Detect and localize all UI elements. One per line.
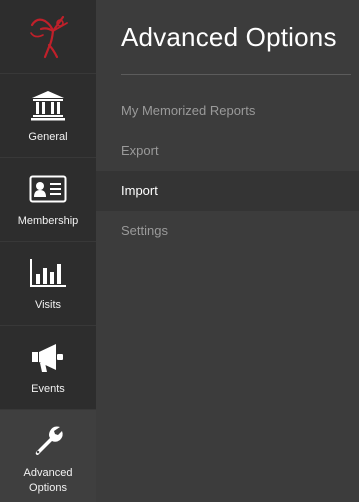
figure-logo-icon [30,15,68,58]
bar-chart-icon [26,256,70,290]
menu-item-import[interactable]: Import [96,171,359,211]
page-title: Advanced Options [121,22,337,52]
sidebar-item-label: General [28,131,68,143]
sidebar: General Membership Visits Events Advance… [0,0,96,502]
sidebar-item-events[interactable]: Events [0,326,96,410]
sidebar-item-advanced-options[interactable]: Advanced Options [0,410,96,502]
megaphone-icon [26,340,70,374]
title-divider [121,74,351,75]
bank-icon [26,88,70,122]
options-menu: My Memorized Reports Export Import Setti… [96,91,359,251]
sidebar-item-membership[interactable]: Membership [0,158,96,242]
menu-item-my-memorized-reports[interactable]: My Memorized Reports [96,91,359,131]
sidebar-item-label: Events [31,383,65,395]
sidebar-item-label: Membership [17,215,79,227]
sidebar-item-visits[interactable]: Visits [0,242,96,326]
sidebar-item-label: Visits [34,299,62,311]
menu-item-export[interactable]: Export [96,131,359,171]
id-card-icon [26,172,70,206]
main-panel: Advanced Options My Memorized Reports Ex… [96,0,359,502]
brand-logo[interactable] [0,0,96,74]
app-window: General Membership Visits Events Advance… [0,0,359,502]
wrench-icon [26,424,70,458]
sidebar-item-label: Advanced Options [23,467,73,494]
sidebar-item-general[interactable]: General [0,74,96,158]
menu-item-settings[interactable]: Settings [96,211,359,251]
